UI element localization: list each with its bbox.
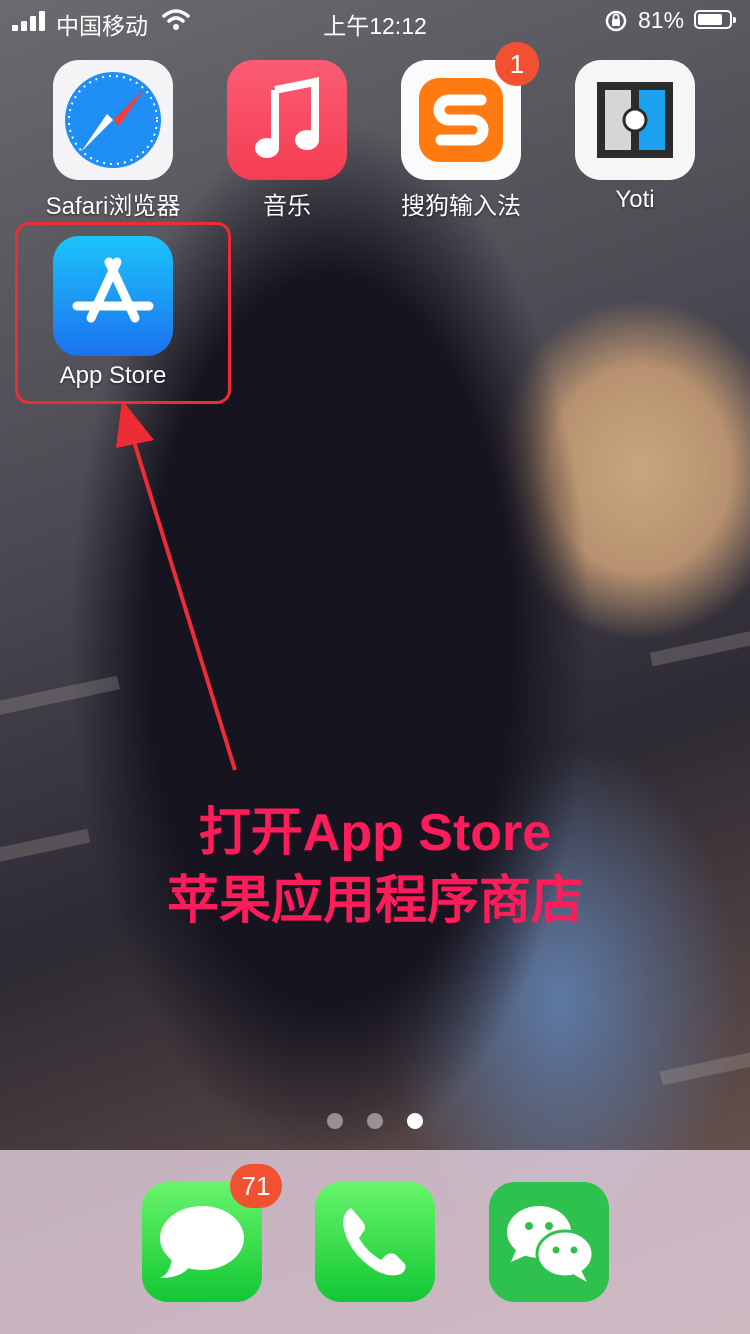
page-indicator[interactable]	[327, 1113, 427, 1129]
annotation-arrow-icon	[116, 400, 237, 771]
status-bar: 中国移动 上午12:12 81%	[0, 0, 750, 42]
wechat-bubbles-icon[interactable]	[489, 1182, 609, 1302]
messages-bubble-icon[interactable]: 71	[142, 1164, 282, 1302]
app-label: Safari浏览器	[45, 193, 181, 220]
page-dot	[367, 1113, 383, 1129]
app-yoti[interactable]: Yoti	[560, 60, 710, 214]
notification-badge: 1	[495, 42, 539, 86]
highlight-box	[15, 222, 231, 404]
status-time: 上午12:12	[323, 13, 427, 39]
app-label: 音乐	[263, 193, 311, 220]
wallpaper-rail	[0, 675, 120, 719]
annotation-line-1: 打开App Store	[198, 804, 552, 862]
app-label: 搜狗输入法	[401, 193, 521, 220]
dock: 71	[0, 1150, 750, 1334]
app-label: Yoti	[615, 186, 655, 213]
app-music[interactable]: 音乐	[212, 60, 362, 221]
battery-percent: 81%	[638, 7, 685, 33]
page-dot-active	[407, 1113, 423, 1129]
app-sogou-input[interactable]: 1 搜狗输入法	[386, 42, 539, 221]
phone-handset-icon[interactable]	[315, 1182, 435, 1302]
wallpaper-rail	[649, 627, 750, 667]
safari-compass-icon[interactable]	[53, 60, 173, 180]
rotation-lock-icon	[605, 10, 627, 32]
wallpaper-rail	[659, 1048, 750, 1086]
carrier-name: 中国移动	[56, 13, 148, 39]
page-dot	[327, 1113, 343, 1129]
wifi-icon	[162, 9, 190, 30]
music-note-icon[interactable]	[227, 60, 347, 180]
annotation-line-2: 苹果应用程序商店	[166, 872, 583, 930]
cellular-signal-icon	[12, 11, 48, 31]
notification-badge: 71	[230, 1164, 282, 1208]
yoti-icon[interactable]	[575, 60, 695, 180]
app-safari[interactable]: Safari浏览器	[38, 60, 188, 221]
battery-icon	[694, 10, 736, 29]
sogou-s-icon[interactable]: 1	[401, 42, 539, 180]
